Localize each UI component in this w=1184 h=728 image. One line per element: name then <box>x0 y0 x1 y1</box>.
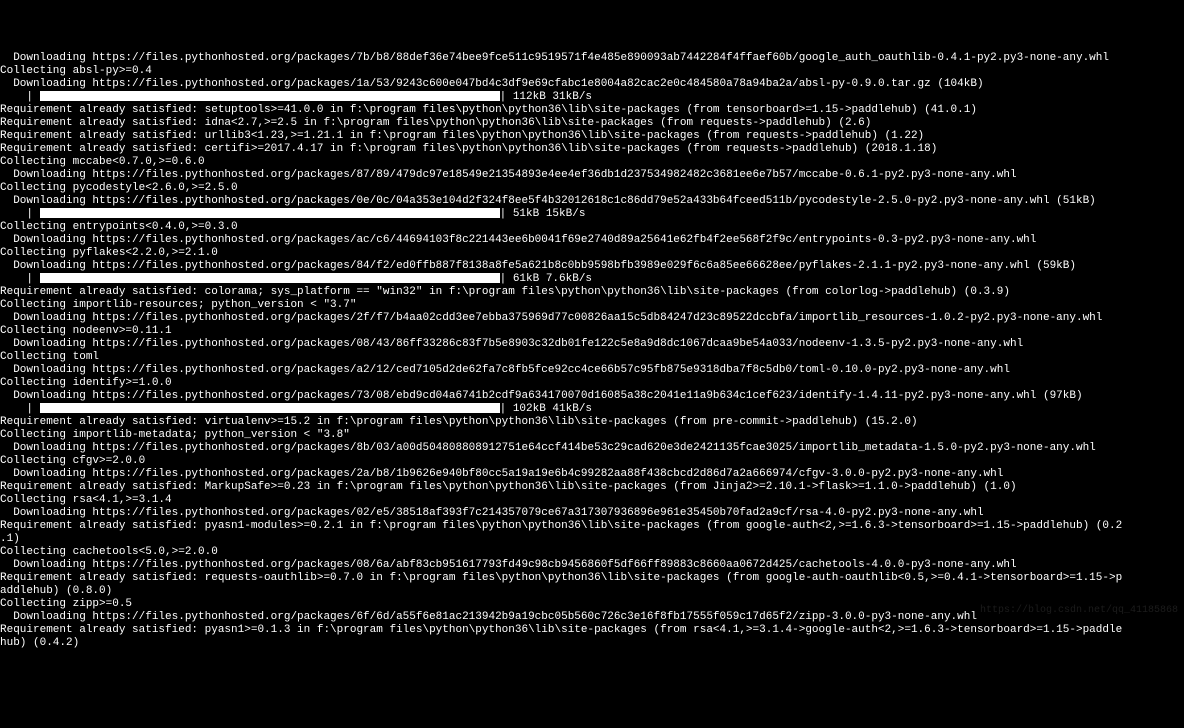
progress-speed: 51kB 15kB/s <box>506 208 585 220</box>
terminal-line: Requirement already satisfied: virtualen… <box>0 416 1184 429</box>
terminal-line: Collecting cachetools<5.0,>=2.0.0 <box>0 546 1184 559</box>
terminal-output: Downloading https://files.pythonhosted.o… <box>0 52 1184 650</box>
terminal-line: Downloading https://files.pythonhosted.o… <box>0 78 1184 91</box>
terminal-line: Requirement already satisfied: requests-… <box>0 572 1184 585</box>
terminal-line: Downloading https://files.pythonhosted.o… <box>0 169 1184 182</box>
terminal-line: Collecting importlib-resources; python_v… <box>0 299 1184 312</box>
terminal-line: Downloading https://files.pythonhosted.o… <box>0 390 1184 403</box>
progress-bar <box>40 208 500 218</box>
terminal-line: Collecting absl-py>=0.4 <box>0 65 1184 78</box>
terminal-line: Requirement already satisfied: setuptool… <box>0 104 1184 117</box>
terminal-line: Downloading https://files.pythonhosted.o… <box>0 195 1184 208</box>
terminal-line: || 102kB 41kB/s <box>0 403 1184 416</box>
terminal-line: Downloading https://files.pythonhosted.o… <box>0 260 1184 273</box>
terminal-line: Requirement already satisfied: pyasn1>=0… <box>0 624 1184 637</box>
terminal-line: Downloading https://files.pythonhosted.o… <box>0 312 1184 325</box>
terminal-line: Collecting mccabe<0.7.0,>=0.6.0 <box>0 156 1184 169</box>
terminal-line: Collecting toml <box>0 351 1184 364</box>
terminal-line: Requirement already satisfied: pyasn1-mo… <box>0 520 1184 533</box>
terminal-line: Collecting cfgv>=2.0.0 <box>0 455 1184 468</box>
terminal-line: Collecting pyflakes<2.2.0,>=2.1.0 <box>0 247 1184 260</box>
progress-speed: 61kB 7.6kB/s <box>506 273 592 285</box>
progress-speed: 102kB 41kB/s <box>506 403 592 415</box>
terminal-line: Downloading https://files.pythonhosted.o… <box>0 52 1184 65</box>
terminal-line: addlehub) (0.8.0) <box>0 585 1184 598</box>
terminal-line: Downloading https://files.pythonhosted.o… <box>0 468 1184 481</box>
terminal-line: Collecting entrypoints<0.4.0,>=0.3.0 <box>0 221 1184 234</box>
terminal-line: .1) <box>0 533 1184 546</box>
terminal-line: Requirement already satisfied: idna<2.7,… <box>0 117 1184 130</box>
progress-speed: 112kB 31kB/s <box>506 91 592 103</box>
terminal-line: Downloading https://files.pythonhosted.o… <box>0 364 1184 377</box>
terminal-line: Collecting pycodestyle<2.6.0,>=2.5.0 <box>0 182 1184 195</box>
terminal-line: Downloading https://files.pythonhosted.o… <box>0 234 1184 247</box>
terminal-line: Downloading https://files.pythonhosted.o… <box>0 507 1184 520</box>
watermark-text: https://blog.csdn.net/qq_41185868 <box>980 604 1178 617</box>
terminal-line: Downloading https://files.pythonhosted.o… <box>0 442 1184 455</box>
terminal-line: Collecting identify>=1.0.0 <box>0 377 1184 390</box>
terminal-line: Requirement already satisfied: colorama;… <box>0 286 1184 299</box>
terminal-line: Downloading https://files.pythonhosted.o… <box>0 559 1184 572</box>
progress-bar <box>40 91 500 101</box>
terminal-line: Requirement already satisfied: urllib3<1… <box>0 130 1184 143</box>
terminal-line: || 51kB 15kB/s <box>0 208 1184 221</box>
terminal-line: Collecting importlib-metadata; python_ve… <box>0 429 1184 442</box>
terminal-line: Collecting nodeenv>=0.11.1 <box>0 325 1184 338</box>
terminal-line: Requirement already satisfied: MarkupSaf… <box>0 481 1184 494</box>
terminal-line: Requirement already satisfied: certifi>=… <box>0 143 1184 156</box>
terminal-line: || 112kB 31kB/s <box>0 91 1184 104</box>
progress-bar <box>40 403 500 413</box>
terminal-line: || 61kB 7.6kB/s <box>0 273 1184 286</box>
progress-bar <box>40 273 500 283</box>
terminal-line: Collecting rsa<4.1,>=3.1.4 <box>0 494 1184 507</box>
terminal-line: Downloading https://files.pythonhosted.o… <box>0 338 1184 351</box>
